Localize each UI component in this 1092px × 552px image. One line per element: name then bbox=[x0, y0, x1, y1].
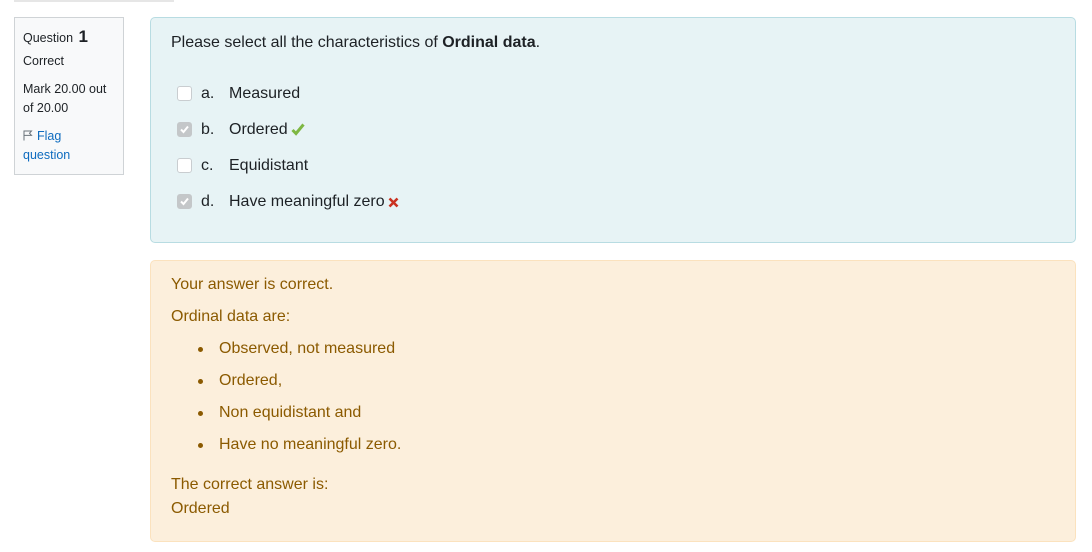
right-answer-value: Ordered bbox=[171, 500, 230, 517]
feedback-intro: Ordinal data are: bbox=[171, 308, 291, 325]
flag-label-2: question bbox=[23, 148, 71, 162]
feedback-point-4: Have no meaningful zero. bbox=[219, 436, 402, 453]
answer-letter-b: b. bbox=[201, 121, 215, 138]
question-text-bold: Ordinal data bbox=[442, 34, 536, 51]
answer-checkbox-d[interactable] bbox=[177, 194, 192, 209]
answer-letter-d: d. bbox=[201, 193, 215, 210]
question-formulation: Please select all the characteristics of… bbox=[150, 17, 1076, 243]
flag-icon bbox=[23, 128, 33, 141]
bullet-dot bbox=[198, 443, 203, 448]
grade-line-2: of 20.00 bbox=[23, 101, 69, 115]
answer-label-c: Equidistant bbox=[229, 157, 309, 174]
answer-checkbox-a[interactable] bbox=[177, 86, 192, 101]
answer-option-c[interactable]: c. Equidistant bbox=[177, 155, 677, 177]
question-number-value: 1 bbox=[78, 27, 88, 46]
top-divider bbox=[14, 0, 174, 2]
question-info: Question 1 Correct Mark 20.00 out of 20.… bbox=[14, 17, 124, 175]
question-state: Correct bbox=[23, 54, 64, 68]
question-label: Question bbox=[23, 31, 74, 45]
feedback-status: Your answer is correct. bbox=[171, 276, 334, 293]
grade-line-1: Mark 20.00 out bbox=[23, 82, 107, 96]
answer-label-d: Have meaningful zero bbox=[229, 191, 399, 215]
answer-label-a: Measured bbox=[229, 85, 301, 102]
question-grade: Mark 20.00 out of 20.00 bbox=[23, 80, 123, 118]
answer-letter-c: c. bbox=[201, 157, 214, 174]
feedback-point-1: Observed, not measured bbox=[219, 340, 396, 357]
question-text: Please select all the characteristics of… bbox=[171, 33, 540, 53]
flag-question-link[interactable]: Flag question bbox=[23, 127, 113, 165]
answer-option-a[interactable]: a. Measured bbox=[177, 83, 677, 105]
feedback-point-2: Ordered, bbox=[219, 372, 283, 389]
answer-option-b[interactable]: b. Ordered bbox=[177, 119, 677, 141]
question-text-suffix: . bbox=[535, 34, 541, 51]
answer-checkbox-c[interactable] bbox=[177, 158, 192, 173]
answer-checkbox-b[interactable] bbox=[177, 122, 192, 137]
bullet-dot bbox=[198, 347, 203, 352]
feedback-point-3: Non equidistant and bbox=[219, 404, 362, 421]
answer-label-b: Ordered bbox=[229, 119, 305, 143]
question-number: Question 1 bbox=[23, 26, 123, 49]
bullet-dot bbox=[198, 379, 203, 384]
question-feedback: Your answer is correct. Ordinal data are… bbox=[150, 260, 1076, 542]
answer-letter-a: a. bbox=[201, 85, 215, 102]
cross-icon bbox=[388, 193, 399, 215]
answer-option-d[interactable]: d. Have meaningful zero bbox=[177, 191, 677, 213]
right-answer-label: The correct answer is: bbox=[171, 476, 329, 493]
flag-label-1: Flag bbox=[37, 129, 62, 143]
check-icon bbox=[291, 121, 305, 143]
bullet-dot bbox=[198, 411, 203, 416]
question-text-prefix: Please select all the characteristics of bbox=[171, 34, 443, 51]
